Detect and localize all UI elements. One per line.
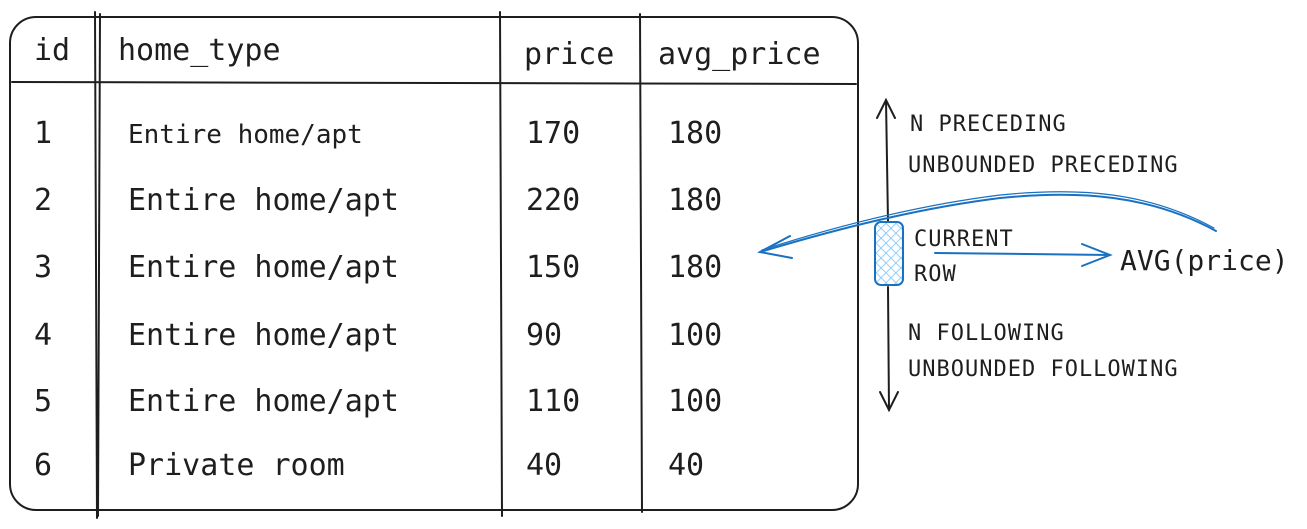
header-id: id xyxy=(34,33,70,68)
label-unbounded-following: UNBOUNDED FOLLOWING xyxy=(908,357,1179,382)
cell-price: 220 xyxy=(526,183,580,218)
header-avg-price: avg_price xyxy=(658,37,821,72)
column-divider xyxy=(639,13,643,513)
data-table: id home_type price avg_price 1 Entire hom… xyxy=(9,11,859,519)
cell-avg-price: 180 xyxy=(668,250,722,285)
table-header: id home_type price avg_price xyxy=(34,33,821,72)
cell-avg-price: 100 xyxy=(668,318,722,353)
cell-price: 110 xyxy=(526,384,580,419)
cell-home-type: Entire home/apt xyxy=(128,183,399,218)
frame-axis: N PRECEDING UNBOUNDED PRECEDING N FOLLOW… xyxy=(757,97,1289,413)
cell-id: 2 xyxy=(34,183,52,218)
current-row-marker xyxy=(874,221,904,286)
header-divider xyxy=(11,81,857,85)
table-row: 5 Entire home/apt 110 100 xyxy=(34,384,722,419)
cell-id: 1 xyxy=(34,116,52,151)
label-row: ROW xyxy=(914,262,957,287)
cell-home-type: Entire home/apt xyxy=(128,384,399,419)
cell-price: 40 xyxy=(526,448,562,483)
cell-home-type: Entire home/apt xyxy=(128,120,363,150)
table-row: 3 Entire home/apt 150 180 xyxy=(34,250,722,285)
column-divider xyxy=(499,11,503,517)
cell-price: 150 xyxy=(526,250,580,285)
cell-avg-price: 100 xyxy=(668,384,722,419)
aggregate-label: AVG(price) xyxy=(1120,244,1289,277)
cell-id: 4 xyxy=(34,318,52,353)
cell-id: 5 xyxy=(34,384,52,419)
table-row: 4 Entire home/apt 90 100 xyxy=(34,318,722,353)
table-row: 1 Entire home/apt 170 180 xyxy=(34,116,722,151)
label-n-preceding: N PRECEDING xyxy=(910,112,1067,137)
table-row: 2 Entire home/apt 220 180 xyxy=(34,183,722,218)
label-n-following: N FOLLOWING xyxy=(908,321,1065,346)
cell-avg-price: 180 xyxy=(668,183,722,218)
cell-price: 90 xyxy=(526,318,562,353)
cell-price: 170 xyxy=(526,116,580,151)
cell-home-type: Entire home/apt xyxy=(128,318,399,353)
cell-id: 3 xyxy=(34,250,52,285)
cell-home-type: Private room xyxy=(128,448,345,483)
arrow-to-aggregate xyxy=(934,252,1111,256)
label-current: CURRENT xyxy=(914,227,1014,252)
table-row: 6 Private room 40 40 xyxy=(34,448,704,483)
cell-avg-price: 180 xyxy=(668,116,722,151)
cell-home-type: Entire home/apt xyxy=(128,250,399,285)
window-frame-diagram: id home_type price avg_price 1 Entire hom… xyxy=(9,11,1289,519)
header-home-type: home_type xyxy=(118,33,281,68)
cell-id: 6 xyxy=(34,448,52,483)
cell-avg-price: 40 xyxy=(668,448,704,483)
header-price: price xyxy=(524,37,614,72)
label-unbounded-preceding: UNBOUNDED PRECEDING xyxy=(908,153,1179,178)
column-divider xyxy=(94,11,101,519)
